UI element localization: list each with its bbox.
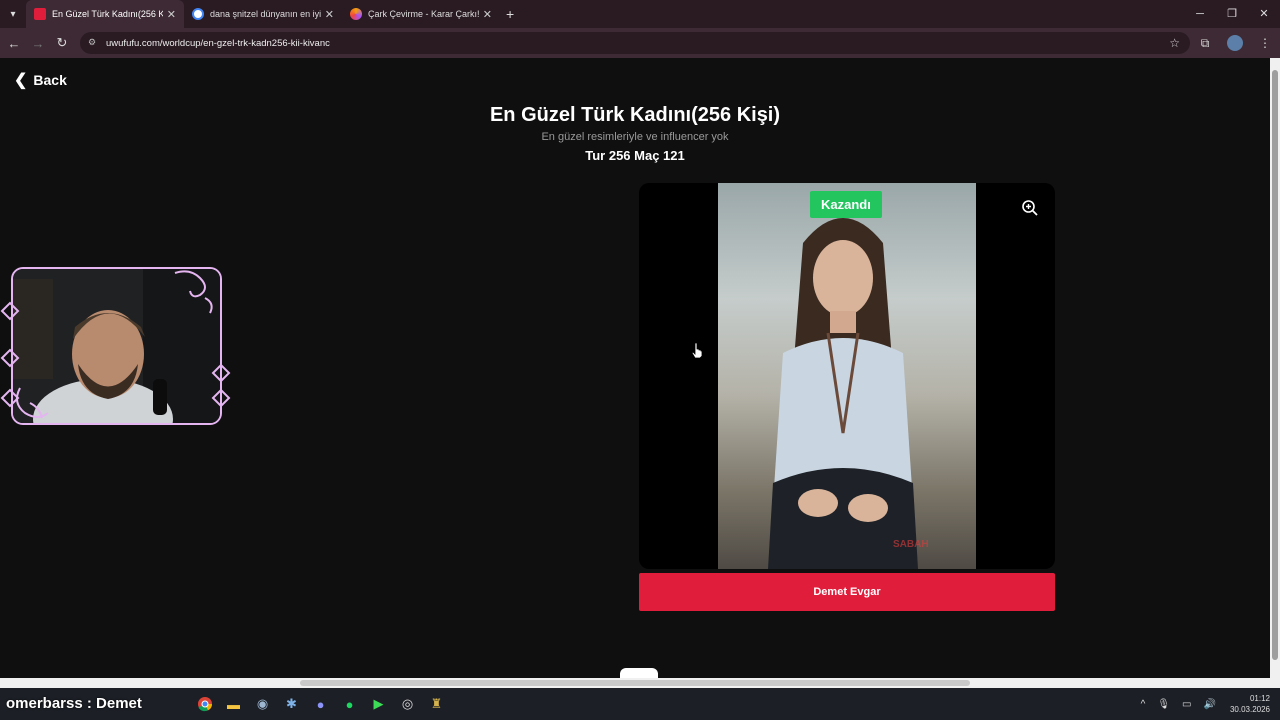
contestant-image [768,218,918,569]
tab-bar: ▾ En Güzel Türk Kadını(256 Kişi) | ✕ dan… [0,0,1280,28]
back-button[interactable]: ❮ Back [14,70,67,90]
discord-icon[interactable]: ● [306,692,335,716]
url-text: uwufufu.com/worldcup/en-gzel-trk-kadn256… [106,37,330,49]
contestant-card[interactable]: Kazandı SABAH [639,183,1055,569]
forward-arrow-icon[interactable]: → [26,36,50,51]
tab-wheel[interactable]: Çark Çevirme - Karar Çarkı! ✕ [342,0,500,28]
bookmark-star-icon[interactable]: ☆ [1169,36,1180,50]
volume-icon[interactable]: 🔊 [1204,699,1216,710]
steam-icon[interactable]: ◉ [248,692,277,716]
close-tab-icon[interactable]: ✕ [483,8,492,21]
stream-overlay-text: omerbarss : Demet [6,695,142,712]
round-indicator: Tur 256 Maç 121 [585,148,685,163]
google-favicon-icon [192,8,204,20]
minimize-icon[interactable]: ─ [1184,0,1216,28]
restore-icon[interactable]: ❐ [1216,0,1248,28]
toolbar-right: ⧉ ⋮ [1190,28,1280,58]
close-tab-icon[interactable]: ✕ [167,8,176,21]
tab-search-button[interactable]: ▾ [0,0,26,28]
back-arrow-icon[interactable]: ← [2,36,26,51]
hand-cursor-icon [691,342,703,358]
tab-title: En Güzel Türk Kadını(256 Kişi) | [52,9,163,19]
site-info-icon[interactable]: ⚙ [88,37,100,49]
reload-icon[interactable]: ↻ [50,35,74,51]
horizontal-scroll-thumb[interactable] [300,680,970,686]
chevron-left-icon: ❮ [14,72,28,89]
close-window-icon[interactable]: ✕ [1248,0,1280,28]
microphone-icon[interactable]: 🎙 [1157,699,1170,710]
contestant-photo[interactable]: Kazandı SABAH [718,183,976,569]
winner-badge: Kazandı [810,191,882,218]
tab-uwufufu[interactable]: En Güzel Türk Kadını(256 Kişi) | ✕ [26,0,184,28]
vertical-scrollbar[interactable] [1270,58,1280,678]
horizontal-scrollbar[interactable] [0,678,1280,688]
taskbar-apps: ▬ ◉ ✱ ● ● ▶ ◎ ♜ [190,692,451,716]
clock-date: 30.03.2026 [1229,705,1270,714]
uwufufu-favicon-icon [34,8,46,20]
address-toolbar: ← → ↻ ⚙ uwufufu.com/worldcup/en-gzel-trk… [0,28,1280,58]
system-tray: ^ 🎙 ▭ 🔊 01:12 30.03.2026 [1135,688,1280,720]
app-icon[interactable]: ✱ [277,692,306,716]
windows-taskbar: omerbarss : Demet ▬ ◉ ✱ ● ● ▶ ◎ ♜ ^ 🎙 ▭ … [0,688,1280,720]
media-player-icon[interactable]: ▶ [364,692,393,716]
url-bar[interactable]: ⚙ uwufufu.com/worldcup/en-gzel-trk-kadn2… [80,32,1190,54]
browser-menu-icon[interactable]: ⋮ [1250,36,1280,50]
wheel-favicon-icon [350,8,362,20]
webcam-frame-decoration [0,270,231,419]
page-subtitle: En güzel resimleriyle ve influencer yok [541,131,729,143]
tab-title: Çark Çevirme - Karar Çarkı! [368,9,479,19]
chrome-icon[interactable] [190,692,219,716]
page-title: En Güzel Türk Kadını(256 Kişi) [489,104,781,126]
choose-contestant-button[interactable]: Demet Evgar [639,573,1055,611]
spotify-icon[interactable]: ● [335,692,364,716]
tab-google[interactable]: dana şnitzel dünyanın en iyi yer ✕ [184,0,342,28]
obs-icon[interactable]: ◎ [393,692,422,716]
tab-title: dana şnitzel dünyanın en iyi yer [210,9,321,19]
extensions-icon[interactable]: ⧉ [1190,36,1220,51]
watermark-text: SABAH [893,539,929,550]
back-label: Back [33,72,67,88]
profile-avatar[interactable] [1227,35,1243,51]
window-controls: ─ ❐ ✕ [1184,0,1280,28]
close-tab-icon[interactable]: ✕ [325,8,334,21]
game-icon[interactable]: ♜ [422,692,451,716]
network-icon[interactable]: ▭ [1182,699,1191,710]
clock-time: 01:12 [1249,694,1270,703]
zoom-in-icon[interactable] [1021,199,1039,217]
chevron-up-icon[interactable]: ^ [1141,699,1146,710]
clock[interactable]: 01:12 30.03.2026 [1230,693,1270,715]
new-tab-button[interactable]: + [506,6,514,22]
vertical-scroll-thumb[interactable] [1272,70,1278,660]
page-content: ❮ Back En Güzel Türk Kadını(256 Kişi) En… [0,58,1270,686]
file-explorer-icon[interactable]: ▬ [219,692,248,716]
